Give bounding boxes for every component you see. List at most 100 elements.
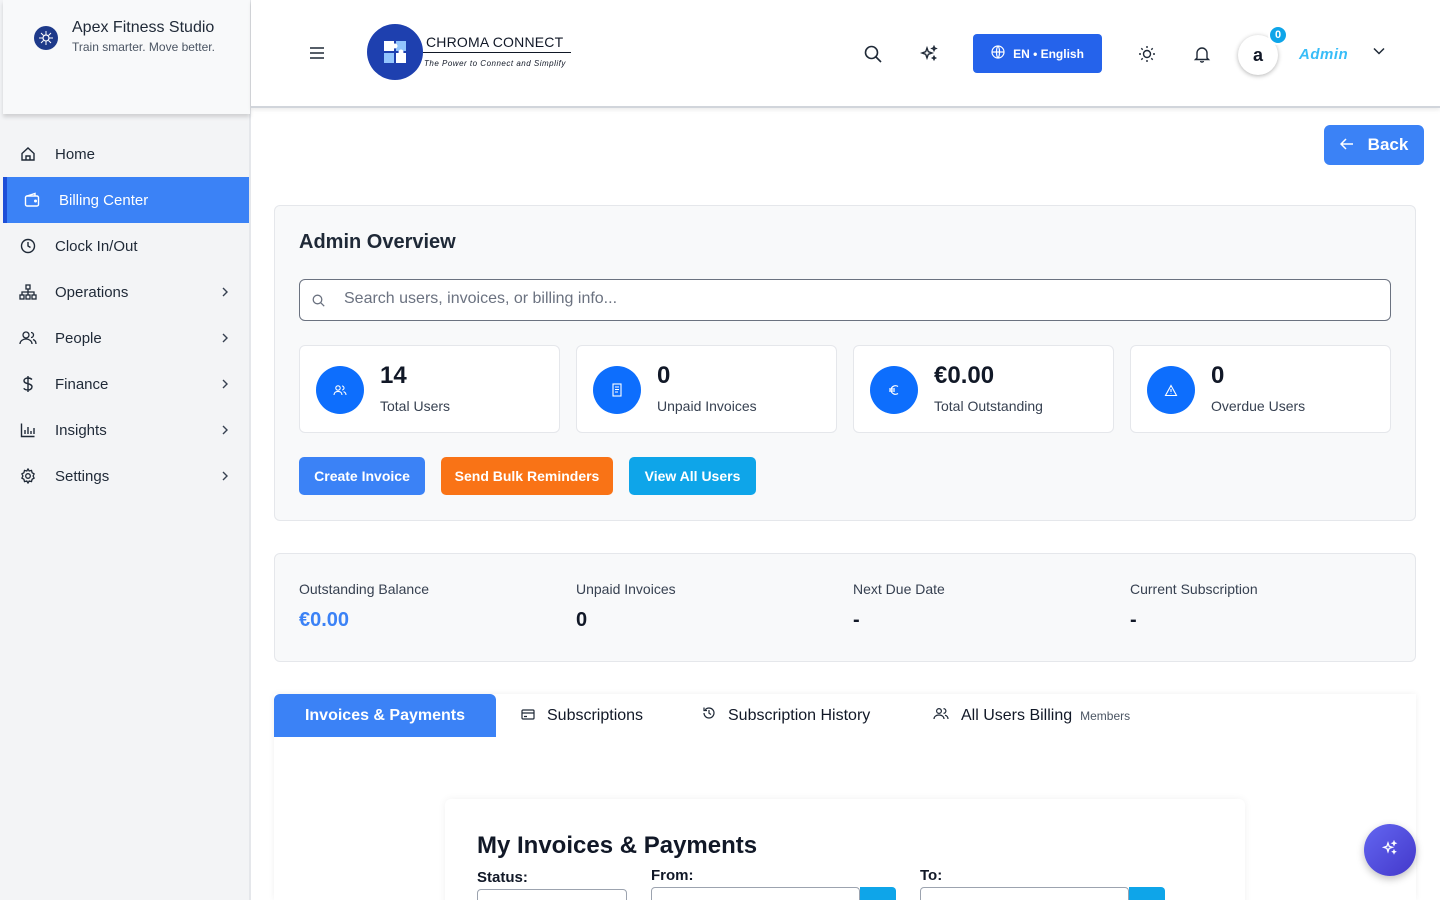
user-name[interactable]: Admin — [1299, 46, 1348, 63]
stat-value: €0.00 — [934, 362, 995, 389]
chevron-right-icon — [221, 285, 229, 302]
wallet-icon — [23, 191, 41, 209]
sidebar-item-settings[interactable]: Settings — [3, 453, 249, 499]
users-icon — [933, 707, 949, 725]
sidebar-item-home[interactable]: Home — [3, 131, 249, 177]
next-due-date: Next Due Date - — [853, 581, 945, 632]
stat-value: 0 — [657, 362, 671, 389]
logo-subtitle: The Power to Connect and Simplify — [424, 59, 566, 68]
outstanding-balance: Outstanding Balance €0.00 — [299, 581, 429, 632]
sidebar-item-label: Home — [55, 145, 96, 163]
stat-card-total-users: 14 Total Users — [299, 345, 560, 433]
unpaid-invoices: Unpaid Invoices 0 — [576, 581, 676, 632]
history-icon — [702, 706, 716, 725]
search-icon[interactable] — [859, 40, 887, 68]
to-label: To: — [920, 867, 943, 884]
sun-icon[interactable] — [1133, 40, 1161, 68]
ai-assistant-button[interactable] — [1364, 824, 1416, 876]
stat-value: 0 — [1211, 362, 1225, 389]
search-box[interactable] — [299, 279, 1391, 321]
puzzle-logo-icon — [367, 24, 423, 80]
view-all-users-button[interactable]: View All Users — [629, 457, 756, 495]
sidebar-item-finance[interactable]: Finance — [3, 361, 249, 407]
summary-label: Outstanding Balance — [299, 581, 429, 597]
home-icon — [19, 145, 37, 163]
tab-all-users-billing[interactable]: All Users Billing Members — [933, 694, 1130, 737]
receipt-icon — [593, 366, 641, 414]
sitemap-icon — [19, 283, 37, 301]
to-date-input[interactable] — [920, 887, 1129, 900]
stat-label: Overdue Users — [1211, 398, 1306, 414]
from-calendar-button[interactable] — [860, 887, 896, 900]
sidebar-item-billing-center[interactable]: Billing Center — [3, 177, 249, 223]
tab-subscriptions[interactable]: Subscriptions — [521, 694, 643, 737]
bell-icon[interactable] — [1188, 40, 1216, 68]
sidebar-item-label: Clock In/Out — [55, 237, 138, 255]
sidebar-item-clock[interactable]: Clock In/Out — [3, 223, 249, 269]
chevron-right-icon — [221, 377, 229, 394]
sidebar-item-label: Settings — [55, 467, 110, 485]
create-invoice-button[interactable]: Create Invoice — [299, 457, 425, 495]
arrow-left-icon — [1339, 135, 1354, 155]
chevron-right-icon — [221, 469, 229, 486]
from-label: From: — [651, 867, 694, 884]
users-icon — [316, 366, 364, 414]
summary-label: Next Due Date — [853, 581, 945, 597]
bar-chart-icon — [19, 421, 37, 439]
users-icon — [19, 329, 37, 347]
tab-label: Subscriptions — [547, 706, 644, 724]
sidebar-item-operations[interactable]: Operations — [3, 269, 249, 315]
to-calendar-button[interactable] — [1129, 887, 1165, 900]
menu-icon[interactable] — [303, 39, 331, 67]
sidebar-item-insights[interactable]: Insights — [3, 407, 249, 453]
sidebar-nav: Home Billing Center Clock In/Out Operati… — [3, 131, 249, 499]
from-date-input[interactable] — [651, 887, 860, 900]
dollar-icon — [19, 375, 37, 393]
status-select[interactable] — [477, 889, 627, 900]
overview-title: Admin Overview — [299, 231, 456, 253]
sidebar-item-label: People — [55, 329, 102, 347]
language-label: EN • English — [1013, 46, 1084, 61]
back-button[interactable]: Back — [1324, 125, 1424, 165]
logo-title: CHROMA CONNECT — [426, 34, 564, 50]
credit-card-icon — [521, 707, 535, 725]
notification-badge: 0 — [1268, 25, 1288, 45]
sidebar-item-people[interactable]: People — [3, 315, 249, 361]
search-input[interactable] — [344, 290, 1374, 308]
clock-icon — [19, 237, 37, 255]
summary-value: €0.00 — [299, 609, 350, 631]
company-logo[interactable]: CHROMA CONNECT The Power to Connect and … — [367, 24, 577, 82]
brand-logo-icon — [34, 26, 58, 50]
admin-overview-panel: Admin Overview 14 Total Users 0 Unpaid I… — [274, 205, 1416, 521]
summary-value: - — [1130, 609, 1137, 631]
billing-summary-panel: Outstanding Balance €0.00 Unpaid Invoice… — [274, 553, 1416, 662]
members-tag: Members — [1080, 708, 1131, 723]
chevron-right-icon — [221, 423, 229, 440]
sparkle-icon[interactable] — [915, 40, 943, 68]
sidebar-item-label: Billing Center — [59, 191, 149, 209]
tab-label: All Users Billing — [961, 706, 1073, 724]
sidebar: Apex Fitness Studio Train smarter. Move … — [0, 0, 251, 900]
back-label: Back — [1367, 135, 1409, 154]
stat-label: Unpaid Invoices — [657, 398, 757, 414]
summary-value: 0 — [576, 609, 588, 631]
brand-header: Apex Fitness Studio Train smarter. Move … — [3, 0, 250, 114]
summary-label: Unpaid Invoices — [576, 581, 676, 597]
euro-icon — [870, 366, 918, 414]
summary-label: Current Subscription — [1130, 581, 1258, 597]
stat-label: Total Users — [380, 398, 451, 414]
tab-subscription-history[interactable]: Subscription History — [702, 694, 870, 737]
stat-card-total-outstanding: €0.00 Total Outstanding — [853, 345, 1114, 433]
logo-divider — [423, 52, 571, 53]
warning-icon — [1147, 366, 1195, 414]
globe-icon — [991, 45, 1005, 62]
sidebar-item-label: Operations — [55, 283, 129, 301]
tab-invoices-payments[interactable]: Invoices & Payments — [274, 694, 496, 737]
brand-tagline: Train smarter. Move better. — [72, 40, 215, 54]
language-button[interactable]: EN • English — [973, 34, 1102, 73]
chevron-down-icon[interactable] — [1373, 42, 1385, 60]
stat-value: 14 — [380, 362, 407, 389]
gear-icon — [19, 467, 37, 485]
sidebar-item-label: Insights — [55, 421, 107, 439]
send-bulk-reminders-button[interactable]: Send Bulk Reminders — [441, 457, 613, 495]
